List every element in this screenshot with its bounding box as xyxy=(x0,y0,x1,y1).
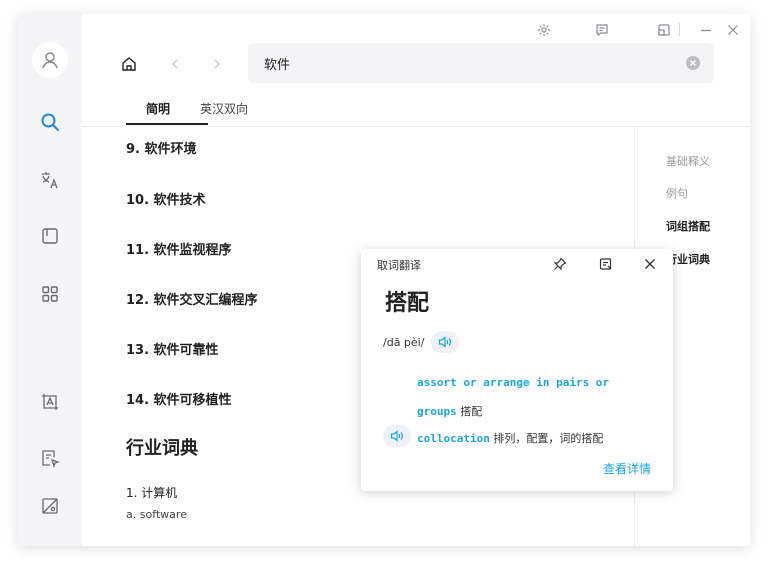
close-icon xyxy=(645,259,655,269)
view-details-link[interactable]: 查看详情 xyxy=(603,460,651,477)
sidebar-item-screenshot-translate[interactable] xyxy=(18,382,82,422)
search-icon xyxy=(41,113,59,131)
book-icon xyxy=(42,228,58,244)
pin-button[interactable] xyxy=(551,255,569,273)
minimize-icon xyxy=(701,29,711,32)
back-icon xyxy=(172,59,178,69)
search-query: 软件 xyxy=(264,58,291,73)
popup-headword: 搭配 xyxy=(385,290,430,316)
industry-item: 1. 计算机 xyxy=(126,486,178,500)
minimize-button[interactable] xyxy=(696,20,716,40)
section-nav-phrases[interactable]: 词组搭配 xyxy=(666,218,710,234)
user-avatar[interactable] xyxy=(32,42,68,78)
section-nav-basic[interactable]: 基础释义 xyxy=(666,153,710,169)
definition-en-cont: groups xyxy=(417,405,457,418)
pin-icon xyxy=(553,257,567,271)
sidebar-item-search[interactable] xyxy=(18,102,82,142)
list-item[interactable]: 14. 软件可移植性 xyxy=(126,389,232,408)
close-window-button[interactable] xyxy=(723,20,743,40)
speaker-icon xyxy=(438,336,451,348)
industry-sub-item[interactable]: a. software xyxy=(126,508,187,521)
pronounce-collocation-button[interactable] xyxy=(383,425,411,447)
pronounce-button[interactable] xyxy=(431,331,459,353)
list-item[interactable]: 13. 软件可靠性 xyxy=(126,339,219,358)
definition-zh: 搭配 xyxy=(460,405,483,418)
sidebar-item-apps[interactable] xyxy=(18,274,82,314)
active-tab-indicator xyxy=(126,123,208,125)
tab-concise[interactable]: 简明 xyxy=(146,100,170,117)
forward-button[interactable] xyxy=(206,53,228,75)
mini-window-icon xyxy=(658,24,670,36)
search-input[interactable]: 软件 xyxy=(248,43,714,83)
mini-window-button[interactable] xyxy=(654,20,674,40)
definition-line: collocation 排列，配置，词的搭配 xyxy=(417,430,603,446)
word-translation-popup: 取词翻译 搭配 /dā pèi/ assort or arrange in pa… xyxy=(361,249,673,491)
popup-title: 取词翻译 xyxy=(377,259,421,272)
settings-button[interactable] xyxy=(534,20,554,40)
list-item[interactable]: 12. 软件交叉汇编程序 xyxy=(126,289,258,308)
sidebar-item-doc-translate[interactable] xyxy=(18,438,82,478)
sidebar-item-settings[interactable] xyxy=(18,486,82,526)
speaker-icon xyxy=(390,430,403,442)
titlebar-separator xyxy=(679,23,680,36)
list-item[interactable]: 9. 软件环境 xyxy=(126,138,197,157)
gear-icon xyxy=(538,24,550,36)
clear-icon xyxy=(690,60,696,66)
feedback-button[interactable] xyxy=(592,20,612,40)
home-icon xyxy=(122,57,136,71)
tab-en-cn[interactable]: 英汉双向 xyxy=(200,100,248,117)
open-external-icon xyxy=(599,258,612,270)
sidebar-item-translate[interactable] xyxy=(18,160,82,200)
apps-icon xyxy=(42,286,58,302)
popup-phonetic: /dā pèi/ xyxy=(383,336,425,349)
screenshot-translate-icon xyxy=(42,394,58,410)
translate-icon xyxy=(42,172,58,189)
sidebar xyxy=(18,14,82,546)
open-main-button[interactable] xyxy=(597,255,615,273)
settings-off-icon xyxy=(42,498,58,514)
industry-dictionary-heading: 行业词典 xyxy=(126,438,198,459)
user-icon xyxy=(42,52,58,69)
definition-en: collocation xyxy=(417,432,490,445)
sidebar-item-wordbook[interactable] xyxy=(18,216,82,256)
feedback-icon xyxy=(596,24,608,37)
definition-en: assort or arrange in pairs or xyxy=(417,376,610,389)
definition-zh: 排列，配置，词的搭配 xyxy=(493,432,604,445)
home-button[interactable] xyxy=(118,53,140,75)
close-popup-button[interactable] xyxy=(641,255,659,273)
doc-translate-icon xyxy=(42,450,60,468)
close-icon xyxy=(728,25,738,35)
list-item[interactable]: 11. 软件监视程序 xyxy=(126,239,232,258)
forward-icon xyxy=(214,59,220,69)
section-nav-examples[interactable]: 例句 xyxy=(666,185,688,201)
back-button[interactable] xyxy=(164,53,186,75)
definition-line: groups 搭配 xyxy=(417,403,482,419)
list-item[interactable]: 10. 软件技术 xyxy=(126,189,206,208)
clear-search-button[interactable] xyxy=(686,56,700,70)
